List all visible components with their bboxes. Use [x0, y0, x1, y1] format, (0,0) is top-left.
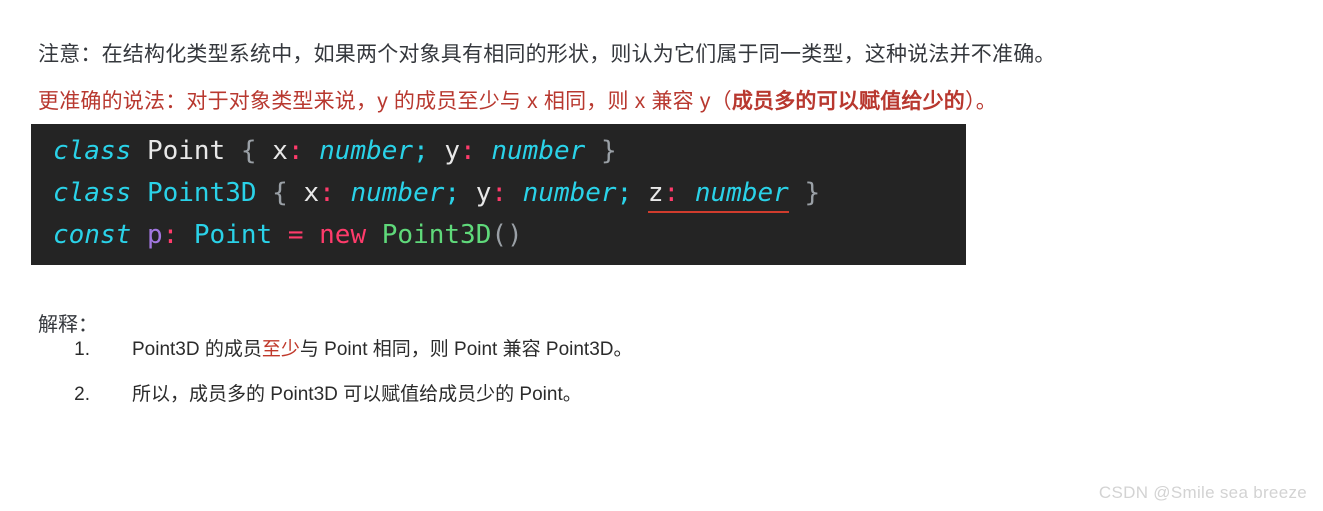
note-paragraph: 注意：在结构化类型系统中，如果两个对象具有相同的形状，则认为它们属于同一类型，这…	[38, 43, 1056, 66]
code-line: class Point3D { x: number; y: number; z:…	[53, 180, 820, 206]
code-token: class	[53, 136, 132, 166]
code-error-underline: z: number	[648, 178, 789, 208]
code-token: {	[240, 136, 257, 166]
code-token: Point	[146, 136, 226, 166]
code-token: :	[287, 136, 304, 166]
code-token: Point3D	[381, 220, 492, 250]
accurate-statement-paragraph: 更准确的说法：对于对象类型来说，y 的成员至少与 x 相同，则 x 兼容 y（成…	[38, 87, 997, 117]
code-block: class Point { x: number; y: number } clas…	[31, 124, 966, 265]
code-token: p	[146, 220, 163, 250]
explanation-item-lead: 所以，成员多的 Point3D 可以赋值给成员少的 Point。	[132, 384, 582, 405]
code-token: z	[647, 178, 664, 208]
explanation-title: 解释：	[38, 314, 98, 336]
code-line: const p: Point = new Point3D()	[53, 222, 523, 248]
accurate-statement-tail: ）。	[965, 90, 997, 113]
code-token: }	[804, 178, 821, 208]
explanation-item-tail: 与 Point 相同，则 Point 兼容 Point3D。	[299, 339, 633, 360]
code-token: const	[53, 220, 132, 250]
explanation-list: 1. Point3D 的成员至少与 Point 相同，则 Point 兼容 Poi…	[60, 336, 633, 426]
code-token: y	[444, 136, 461, 166]
accurate-statement-lead: 更准确的说法：对于对象类型来说，y 的成员至少与 x 相同，则 x 兼容 y（	[38, 90, 732, 113]
code-token: class	[53, 178, 132, 208]
code-token: number	[350, 178, 445, 208]
explanation-item: 2. 所以，成员多的 Point3D 可以赋值给成员少的 Point。	[60, 381, 633, 409]
code-token: x	[303, 178, 320, 208]
code-token: number	[694, 178, 789, 208]
code-token: :	[162, 220, 179, 250]
code-token: {	[272, 178, 288, 208]
code-token: ;	[616, 178, 633, 208]
code-token: :	[491, 178, 507, 208]
code-token: new	[319, 220, 367, 250]
watermark: CSDN @Smile sea breeze	[1098, 483, 1307, 502]
code-token: ;	[444, 178, 461, 208]
accurate-statement-emphasis: 成员多的可以赋值给少的	[731, 90, 966, 113]
code-token: :	[663, 178, 680, 208]
article-page: 注意：在结构化类型系统中，如果两个对象具有相同的形状，则认为它们属于同一类型，这…	[0, 0, 1323, 511]
code-token: Point	[193, 220, 273, 250]
code-token: =	[287, 220, 304, 250]
explanation-item-highlight: 至少	[261, 339, 300, 360]
code-token: :	[460, 136, 476, 166]
explanation-item-marker: 2.	[74, 384, 90, 405]
code-token: number	[491, 136, 586, 166]
code-token: ;	[413, 136, 429, 166]
explanation-item-lead: Point3D 的成员	[132, 339, 262, 360]
code-token: y	[475, 178, 492, 208]
code-token: ()	[491, 220, 523, 250]
explanation-item-marker: 1.	[74, 339, 90, 360]
code-token: x	[272, 136, 288, 166]
explanation-item: 1. Point3D 的成员至少与 Point 相同，则 Point 兼容 Poi…	[60, 336, 633, 364]
code-token: Point3D	[146, 178, 257, 208]
code-token: number	[522, 178, 617, 208]
code-token: number	[319, 136, 414, 166]
code-line: class Point { x: number; y: number }	[53, 138, 617, 164]
code-token: :	[319, 178, 335, 208]
code-token: }	[600, 136, 617, 166]
